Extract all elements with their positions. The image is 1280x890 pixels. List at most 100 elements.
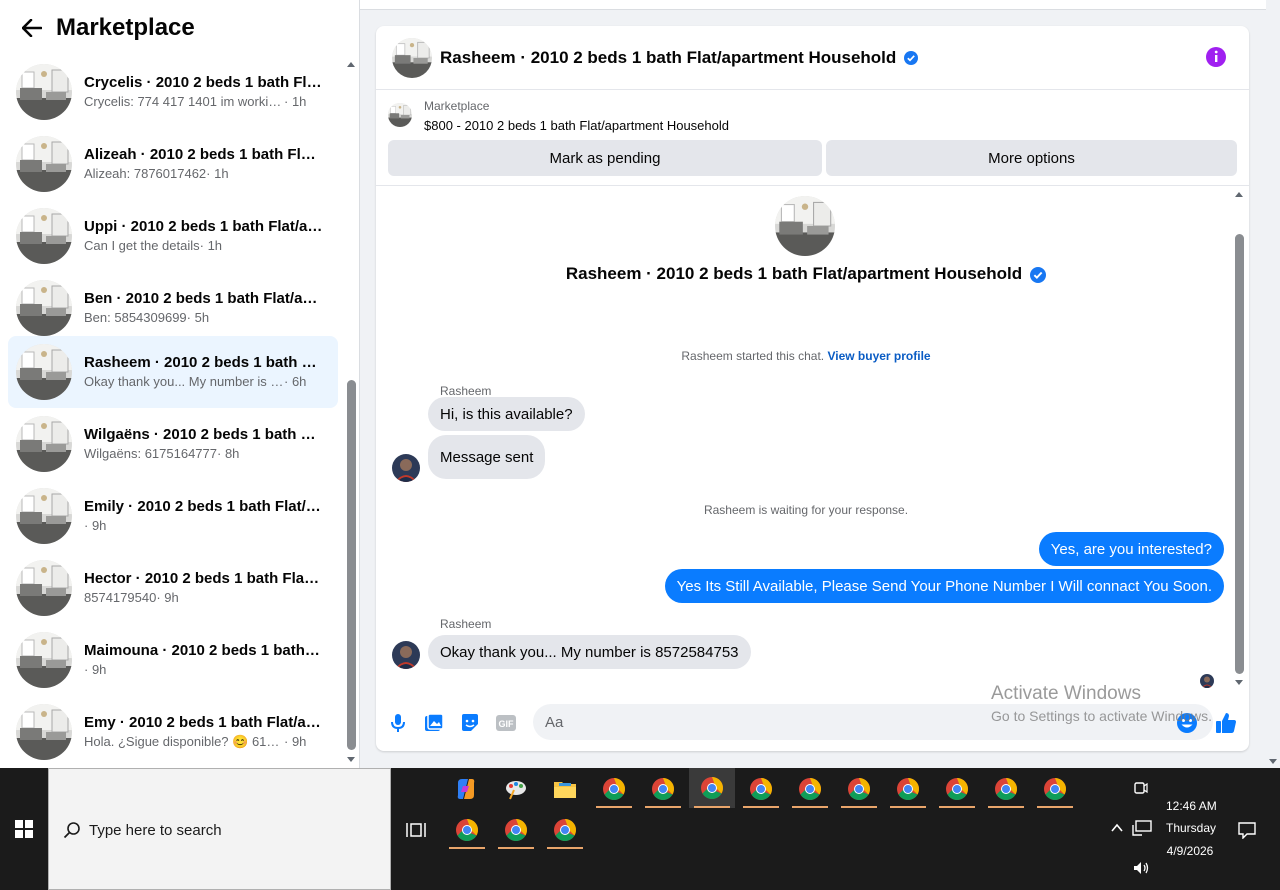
chat-title[interactable]: Rasheem · 2010 2 beds 1 bath Flat/apartm…	[440, 48, 919, 68]
scroll-up-arrow-icon[interactable]	[1235, 192, 1243, 197]
conversation-item[interactable]: Rasheem · 2010 2 beds 1 bath Flat/apartm…	[8, 336, 338, 408]
paint-app[interactable]	[496, 770, 536, 808]
gif-icon[interactable]: GIF	[495, 712, 517, 734]
meet-now-icon[interactable]	[1134, 780, 1148, 796]
verified-badge-icon	[1030, 266, 1047, 283]
mark-as-pending-button[interactable]: Mark as pending	[388, 140, 822, 176]
chrome-profile-11[interactable]	[447, 811, 487, 849]
conversation-item[interactable]: Emy · 2010 2 beds 1 bath Flat/apartment …	[8, 696, 338, 768]
listing-price[interactable]: $800 - 2010 2 beds 1 bath Flat/apartment…	[424, 118, 729, 133]
chat-started-text: Rasheem started this chat.	[681, 349, 828, 363]
intro-avatar[interactable]	[775, 196, 835, 256]
running-indicator	[596, 806, 632, 808]
conversation-item[interactable]: Wilgaëns · 2010 2 beds 1 bath Flat/apart…	[8, 408, 338, 480]
conversation-item[interactable]: Uppi · 2010 2 beds 1 bath Flat/apartment…	[8, 200, 338, 272]
scroll-down-arrow-icon[interactable]	[1269, 759, 1277, 764]
conversation-thumbnail	[16, 704, 72, 760]
clock-time[interactable]: 12:46 AM	[1166, 799, 1217, 813]
windows-start-button[interactable]	[0, 768, 48, 890]
more-options-button[interactable]: More options	[826, 140, 1237, 176]
info-icon[interactable]	[1205, 46, 1227, 68]
scrollbar-thumb[interactable]	[1235, 234, 1244, 674]
conversation-time: · 8h	[217, 446, 240, 461]
chrome-icon	[700, 776, 724, 800]
chrome-icon	[651, 777, 675, 801]
folder-icon	[554, 782, 576, 798]
conversation-name: Wilgaëns · 2010 2 beds 1 bath Flat/apart…	[84, 426, 324, 443]
microphone-icon[interactable]	[387, 712, 409, 734]
conversation-item[interactable]: Hector · 2010 2 beds 1 bath Flat/apartme…	[8, 552, 338, 624]
conversation-item[interactable]: Crycelis · 2010 2 beds 1 bath Flat/apart…	[8, 56, 338, 128]
conversation-name: Emily · 2010 2 beds 1 bath Flat/apartmen…	[84, 498, 324, 515]
chrome-profile-9[interactable]	[986, 770, 1026, 808]
conversation-text: Emily · 2010 2 beds 1 bath Flat/apartmen…	[84, 497, 324, 535]
scrollbar-thumb[interactable]	[347, 380, 356, 750]
listing-avatar[interactable]	[392, 38, 432, 78]
conversation-name: Uppi · 2010 2 beds 1 bath Flat/apartment…	[84, 218, 324, 235]
sticker-icon[interactable]	[459, 712, 481, 734]
message-bubble-sent[interactable]: Yes, are you interested?	[1038, 532, 1224, 566]
conversation-name: Alizeah · 2010 2 beds 1 bath Flat/apartm…	[84, 146, 324, 163]
conversation-name: Maimouna · 2010 2 beds 1 bath Flat/apart…	[84, 642, 324, 659]
volume-icon[interactable]	[1132, 860, 1150, 876]
sender-avatar[interactable]	[392, 641, 420, 669]
chrome-profile-7[interactable]	[888, 770, 928, 808]
chrome-profile-8[interactable]	[937, 770, 977, 808]
running-indicator	[890, 806, 926, 808]
chrome-profile-3[interactable]	[689, 768, 735, 808]
chrome-profile-5[interactable]	[790, 770, 830, 808]
chrome-icon	[553, 818, 577, 842]
scroll-down-arrow-icon[interactable]	[1235, 680, 1243, 685]
sender-avatar[interactable]	[392, 454, 420, 482]
chat-scrollbar[interactable]	[1232, 186, 1246, 691]
task-view-icon[interactable]	[405, 820, 427, 840]
chrome-profile-2[interactable]	[643, 770, 683, 808]
chrome-icon	[749, 777, 773, 801]
thumbs-up-icon[interactable]	[1214, 711, 1238, 735]
scroll-up-arrow-icon[interactable]	[347, 62, 355, 67]
message-bubble-sent[interactable]: Yes Its Still Available, Please Send You…	[664, 569, 1224, 603]
message-bubble[interactable]: Message sent	[428, 435, 546, 479]
chrome-icon	[455, 818, 479, 842]
chrome-profile-4[interactable]	[741, 770, 781, 808]
chrome-profile-6[interactable]	[839, 770, 879, 808]
conversation-item[interactable]: Emily · 2010 2 beds 1 bath Flat/apartmen…	[8, 480, 338, 552]
scroll-down-arrow-icon[interactable]	[347, 757, 355, 762]
chat-started-notice: Rasheem started this chat. View buyer pr…	[376, 349, 1236, 363]
page-scrollbar[interactable]	[1266, 0, 1280, 768]
network-icon[interactable]	[1132, 820, 1152, 836]
message-bubble[interactable]: Okay thank you... My number is 857258475…	[428, 635, 751, 669]
sidebar-header: Marketplace	[0, 0, 360, 56]
running-indicator	[1037, 806, 1073, 808]
photo-icon[interactable]	[423, 712, 445, 734]
running-indicator	[792, 806, 828, 808]
view-buyer-profile-link[interactable]: View buyer profile	[827, 349, 930, 363]
clock-date[interactable]: 4/9/2026	[1166, 844, 1214, 858]
listing-thumbnail[interactable]	[388, 103, 412, 127]
chevron-up-icon[interactable]	[1111, 823, 1123, 833]
message-bubble[interactable]: Hi, is this available?	[428, 397, 585, 431]
sidebar-scrollbar[interactable]	[344, 58, 358, 768]
chrome-profile-10[interactable]	[1035, 770, 1075, 808]
conversation-item[interactable]: Alizeah · 2010 2 beds 1 bath Flat/apartm…	[8, 128, 338, 200]
running-indicator	[449, 847, 485, 849]
message-input[interactable]	[533, 704, 1213, 740]
file-explorer-app[interactable]	[545, 770, 585, 808]
back-arrow-icon[interactable]	[20, 16, 44, 40]
chrome-profile-1[interactable]	[594, 770, 634, 808]
conversation-item[interactable]: Maimouna · 2010 2 beds 1 bath Flat/apart…	[8, 624, 338, 696]
conversation-time: · 9h	[284, 734, 307, 749]
copilot-app[interactable]	[446, 770, 486, 808]
chrome-profile-12[interactable]	[496, 811, 536, 849]
taskbar-search-box[interactable]: Type here to search	[48, 768, 391, 890]
conversation-name: Emy · 2010 2 beds 1 bath Flat/apartment …	[84, 714, 324, 731]
conversation-name: Hector · 2010 2 beds 1 bath Flat/apartme…	[84, 570, 324, 587]
running-indicator	[694, 806, 730, 808]
conversation-text: Rasheem · 2010 2 beds 1 bath Flat/apartm…	[84, 353, 324, 391]
emoji-icon[interactable]	[1176, 712, 1198, 734]
notifications-icon[interactable]	[1238, 821, 1256, 839]
clock-day[interactable]: Thursday	[1166, 821, 1216, 835]
conversation-item[interactable]: Ben · 2010 2 beds 1 bath Flat/apartment …	[8, 272, 338, 344]
chrome-profile-13[interactable]	[545, 811, 585, 849]
conversation-text: Maimouna · 2010 2 beds 1 bath Flat/apart…	[84, 641, 324, 679]
